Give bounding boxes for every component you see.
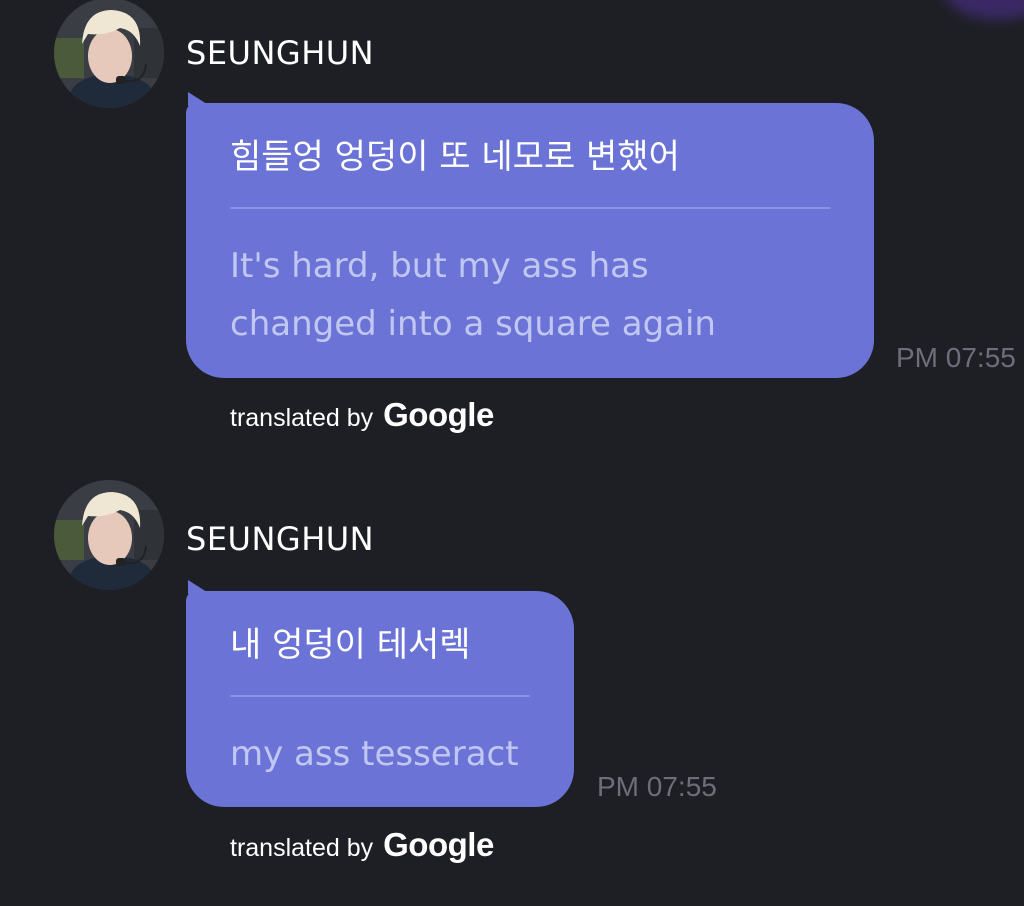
translation-divider	[230, 695, 530, 697]
avatar[interactable]	[54, 0, 164, 108]
google-logo: Google	[383, 826, 494, 863]
message-timestamp: PM 07:55	[597, 771, 717, 802]
message-bubble[interactable]: 힘들엉 엉덩이 또 네모로 변했어 It's hard, but my ass …	[186, 103, 874, 378]
user-avatar-photo-icon	[54, 480, 164, 590]
translated-text: my ass tesseract	[230, 734, 519, 774]
translation-divider	[230, 207, 830, 209]
translated-text: It's hard, but my ass has changed into a…	[230, 246, 716, 344]
chat-screen: SEUNGHUN 힘들엉 엉덩이 또 네모로 변했어 It's hard, bu…	[0, 0, 1024, 906]
attribution-prefix: translated by	[230, 834, 374, 862]
attribution-prefix: translated by	[230, 404, 374, 432]
message-timestamp: PM 07:55	[896, 342, 1016, 373]
message-bubble[interactable]: 내 엉덩이 테서렉 my ass tesseract	[186, 591, 574, 807]
background-glow	[944, 0, 1024, 20]
translation-attribution: translated by Google	[230, 396, 494, 434]
user-avatar-photo-icon	[54, 0, 164, 108]
translation-attribution: translated by Google	[230, 826, 494, 864]
google-logo: Google	[383, 396, 494, 433]
sender-name: SEUNGHUN	[186, 34, 375, 72]
sender-name: SEUNGHUN	[186, 520, 375, 558]
avatar[interactable]	[54, 480, 164, 590]
original-text: 내 엉덩이 테서렉	[230, 625, 471, 665]
original-text: 힘들엉 엉덩이 또 네모로 변했어	[230, 137, 680, 177]
